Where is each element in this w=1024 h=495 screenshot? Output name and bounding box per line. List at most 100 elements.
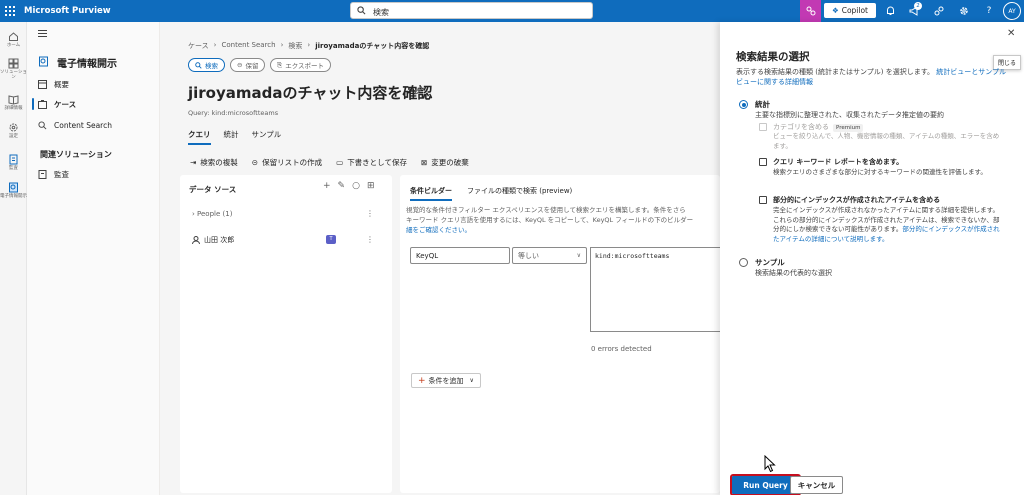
rail-label-audit: 監査 — [9, 166, 18, 171]
duplicate-search-label: 検索の複製 — [200, 158, 238, 167]
radio-statistics-desc: 主要な指標別に整理された、収集されたデータ推定値の要約 — [755, 111, 944, 119]
nav-label-case: ケース — [54, 99, 77, 109]
errors-status: 0 errors detected — [591, 345, 652, 353]
checkbox-keyword-report[interactable] — [759, 158, 767, 166]
pencil-icon[interactable] — [414, 86, 423, 95]
left-rail: ホーム ソリューション 詳細情報 設定 監査 電子情報開示 — [0, 22, 27, 495]
save-draft-button[interactable]: ▭ 下書きとして保存 — [336, 157, 407, 168]
chip-search[interactable]: 検索 — [188, 58, 225, 72]
nav-heading: 電子情報開示 — [57, 59, 117, 70]
rail-item-settings[interactable]: 設定 — [0, 122, 27, 139]
radio-statistics[interactable] — [739, 100, 748, 109]
chip-export[interactable]: ⎘ エクスポート — [270, 58, 332, 72]
gear-icon[interactable] — [957, 4, 971, 18]
more-options-icon[interactable]: ⋮ — [366, 209, 374, 218]
audit-icon — [9, 154, 18, 165]
search-input[interactable]: 検索 — [350, 2, 593, 19]
people-group-label: People (1) — [197, 210, 233, 218]
breadcrumb-separator: › — [213, 41, 217, 49]
checkbox-category[interactable] — [759, 123, 767, 131]
tab-sample[interactable]: サンプル — [252, 129, 282, 145]
edit-icon[interactable]: ✎ — [338, 181, 346, 191]
avatar[interactable]: AY — [1003, 2, 1021, 20]
data-sources-title: データ ソース — [189, 185, 237, 194]
data-sources-actions: + ✎ ○ ⊞ — [323, 181, 375, 191]
breadcrumb-content-search[interactable]: Content Search — [221, 41, 275, 51]
help-icon[interactable]: ? — [982, 4, 996, 18]
nav-item-content-search[interactable]: Content Search — [38, 119, 112, 131]
checkbox-partial-index-label: 部分的にインデックスが作成されたアイテムを含める — [773, 196, 941, 204]
rail-item-learn[interactable]: 詳細情報 — [0, 94, 27, 111]
refresh-icon[interactable]: ○ — [352, 181, 360, 191]
panel-description: 表示する検索結果の種類 (統計またはサンプル) を選択します。 統計ビューとサン… — [736, 67, 1008, 87]
breadcrumb-search[interactable]: 検索 — [288, 41, 302, 51]
hold-icon: ⊝ — [251, 158, 259, 167]
radio-statistics-label: 統計 — [755, 100, 770, 109]
create-hold-label: 保留リストの作成 — [262, 158, 323, 167]
list-item-user[interactable]: 山田 次郎 — [192, 235, 234, 245]
navigation-pane: 電子情報開示 概要 ケース Content Search 関連ソリューション 監… — [27, 22, 160, 495]
radio-sample-desc: 検索結果の代表的な選択 — [755, 269, 832, 277]
nav-label-overview: 概要 — [54, 79, 69, 89]
rail-item-home[interactable]: ホーム — [0, 31, 27, 48]
condition-description-link[interactable]: 細をご確認ください。 — [406, 225, 722, 235]
chip-hold[interactable]: ⊖ 保留 — [230, 58, 266, 72]
people-group[interactable]: › People (1) — [192, 210, 232, 218]
tab-query[interactable]: クエリ — [188, 129, 211, 145]
hamburger-icon[interactable] — [38, 30, 47, 39]
breadcrumb-separator: › — [280, 41, 284, 49]
checkbox-partial-index[interactable] — [759, 196, 767, 204]
close-icon[interactable]: ✕ — [1007, 28, 1015, 39]
chevron-down-icon: ∨ — [469, 377, 474, 384]
rail-item-solutions[interactable]: ソリューション — [0, 58, 27, 80]
discard-icon: ⊠ — [420, 158, 428, 167]
export-icon: ⎘ — [277, 60, 283, 69]
tab-condition-builder[interactable]: 条件ビルダー — [410, 186, 452, 201]
field-select[interactable]: KeyQL — [410, 247, 510, 264]
breadcrumb-cases[interactable]: ケース — [188, 41, 209, 51]
nav-item-overview[interactable]: 概要 — [38, 78, 69, 90]
learn-icon — [8, 95, 19, 105]
condition-description-line: 視覚的な条件付きフィルター エクスペリエンスを使用して検索クエリを構築します。条… — [406, 206, 686, 214]
person-icon — [192, 236, 200, 244]
rail-item-ediscovery[interactable]: 電子情報開示 — [0, 182, 27, 199]
tab-file-type-search[interactable]: ファイルの種類で検索 (preview) — [467, 186, 572, 201]
bell-icon[interactable] — [883, 4, 897, 18]
nav-item-case[interactable]: ケース — [31, 98, 77, 110]
flow-icon — [806, 6, 815, 16]
create-hold-button[interactable]: ⊝ 保留リストの作成 — [252, 157, 322, 168]
copilot-button[interactable]: ❖ Copilot — [824, 3, 876, 18]
purview-app-button[interactable] — [800, 0, 821, 22]
add-condition-button[interactable]: + 条件を追加 ∨ — [411, 373, 481, 388]
nav-item-audit[interactable]: 監査 — [38, 168, 69, 180]
app-launcher-icon[interactable] — [4, 5, 16, 17]
filter-icon[interactable]: ⊞ — [367, 181, 375, 191]
add-icon[interactable]: + — [323, 181, 331, 191]
more-options-icon[interactable]: ⋮ — [366, 235, 374, 244]
rail-label-learn: 詳細情報 — [4, 106, 23, 111]
keyql-input[interactable]: kind:microsoftteams — [590, 247, 725, 332]
operator-select[interactable]: 等しい ∨ — [512, 247, 587, 264]
query-text: Query: kind:microsoftteams — [188, 109, 279, 117]
app-title[interactable]: Microsoft Purview — [24, 6, 111, 16]
discard-changes-button[interactable]: ⊠ 変更の破棄 — [421, 157, 469, 168]
audit-icon — [38, 169, 47, 179]
checkbox-category-text: カテゴリを含める — [773, 123, 829, 131]
connections-icon[interactable] — [932, 4, 946, 18]
duplicate-search-button[interactable]: ⇥ 検索の複製 — [190, 157, 238, 168]
breadcrumb-separator: › — [307, 41, 311, 49]
plus-icon: + — [418, 375, 426, 386]
condition-tab-bar: 条件ビルダー ファイルの種類で検索 (preview) — [410, 186, 572, 201]
hold-icon: ⊖ — [237, 61, 243, 69]
ediscovery-icon — [9, 182, 18, 193]
tab-statistics[interactable]: 統計 — [224, 129, 239, 145]
run-query-button[interactable]: Run Query — [730, 474, 801, 495]
rail-label-home: ホーム — [6, 43, 21, 48]
search-icon — [38, 120, 47, 129]
radio-sample-label: サンプル — [755, 258, 785, 267]
duplicate-icon: ⇥ — [190, 158, 197, 167]
rail-item-audit[interactable]: 監査 — [0, 154, 27, 171]
radio-sample[interactable] — [739, 258, 748, 267]
cancel-button[interactable]: キャンセル — [790, 476, 843, 494]
condition-description: 視覚的な条件付きフィルター エクスペリエンスを使用して検索クエリを構築します。条… — [406, 205, 722, 235]
